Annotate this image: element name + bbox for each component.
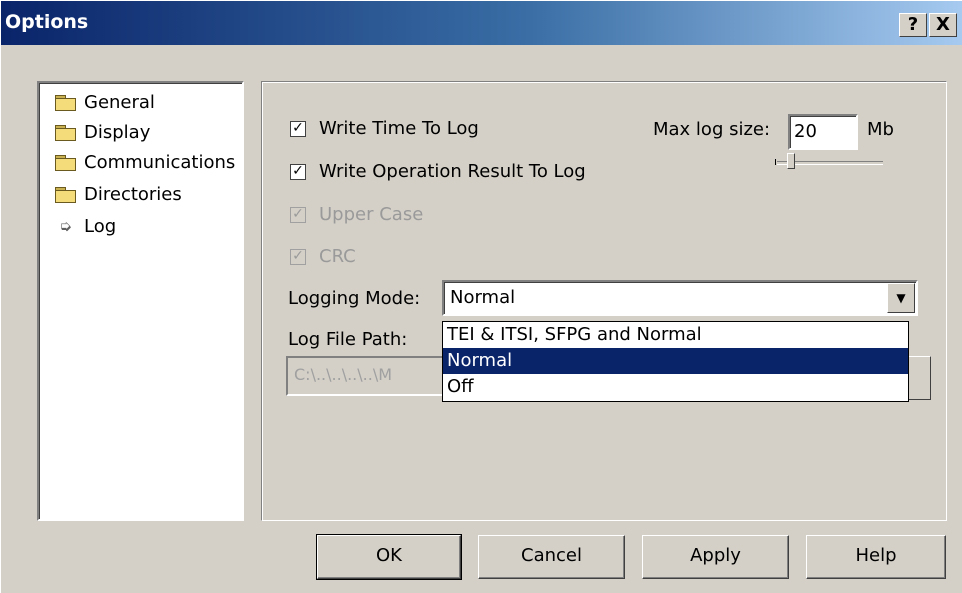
title-bar[interactable]: Options ? X: [1, 1, 962, 45]
cancel-button[interactable]: Cancel: [478, 535, 625, 579]
chevron-down-icon[interactable]: ▼: [887, 283, 915, 313]
tree-item-general[interactable]: General: [55, 87, 155, 117]
write-result-checkbox[interactable]: ✓ Write Operation Result To Log: [290, 161, 586, 182]
tree-item-label: Log: [84, 215, 117, 237]
tree-item-log[interactable]: ➭ Log: [55, 211, 116, 241]
apply-button[interactable]: Apply: [642, 535, 789, 579]
browse-button[interactable]: [907, 356, 931, 400]
tree-item-directories[interactable]: Directories: [55, 179, 182, 209]
ok-button[interactable]: OK: [316, 534, 462, 580]
checkmark-icon: ✓: [290, 120, 306, 137]
window-title: Options: [5, 11, 89, 33]
options-dialog: Options ? X General Display Communicatio…: [0, 0, 962, 593]
category-tree: General Display Communications Directori…: [37, 81, 244, 521]
slider-tick: [775, 159, 776, 165]
write-result-label: Write Operation Result To Log: [319, 161, 586, 182]
checkmark-icon: ✓: [290, 163, 306, 180]
tree-item-label: Communications: [84, 151, 236, 173]
max-log-unit: Mb: [867, 119, 894, 140]
folder-icon: [55, 154, 76, 171]
checkmark-icon: ✓: [290, 206, 306, 223]
dropdown-option-selected[interactable]: Normal: [443, 348, 908, 374]
dropdown-option[interactable]: TEI & ITSI, SFPG and Normal: [443, 322, 908, 348]
help-title-button[interactable]: ?: [899, 13, 927, 37]
tree-item-display[interactable]: Display: [55, 117, 150, 147]
tree-item-communications[interactable]: Communications: [55, 147, 235, 177]
logging-mode-value: Normal: [450, 287, 516, 308]
dropdown-option[interactable]: Off: [443, 374, 908, 400]
logging-mode-dropdown[interactable]: TEI & ITSI, SFPG and Normal Normal Off: [442, 321, 909, 402]
tree-item-label: General: [84, 91, 155, 113]
checkmark-icon: ✓: [290, 248, 306, 265]
folder-icon: [55, 94, 76, 111]
crc-label: CRC: [319, 246, 356, 267]
upper-case-label: Upper Case: [319, 204, 424, 225]
folder-icon: [55, 124, 76, 141]
log-file-path-label: Log File Path:: [288, 329, 408, 350]
max-log-size-input[interactable]: 20: [788, 114, 858, 150]
logging-mode-select[interactable]: Normal ▼: [442, 280, 918, 316]
tree-item-label: Display: [84, 121, 151, 143]
folder-icon: [55, 186, 76, 203]
crc-checkbox: ✓ CRC: [290, 246, 356, 267]
log-file-path-input: C:\..\..\..\..\M: [286, 356, 446, 396]
help-button[interactable]: Help: [806, 535, 946, 579]
upper-case-checkbox: ✓ Upper Case: [290, 204, 423, 225]
max-log-size-label: Max log size:: [653, 119, 771, 140]
tree-item-label: Directories: [84, 183, 182, 205]
write-time-label: Write Time To Log: [319, 118, 479, 139]
arrow-icon: ➭: [59, 217, 72, 235]
log-size-slider-thumb[interactable]: [787, 153, 795, 169]
close-title-button[interactable]: X: [929, 13, 957, 37]
write-time-checkbox[interactable]: ✓ Write Time To Log: [290, 118, 479, 139]
logging-mode-label: Logging Mode:: [288, 288, 421, 309]
